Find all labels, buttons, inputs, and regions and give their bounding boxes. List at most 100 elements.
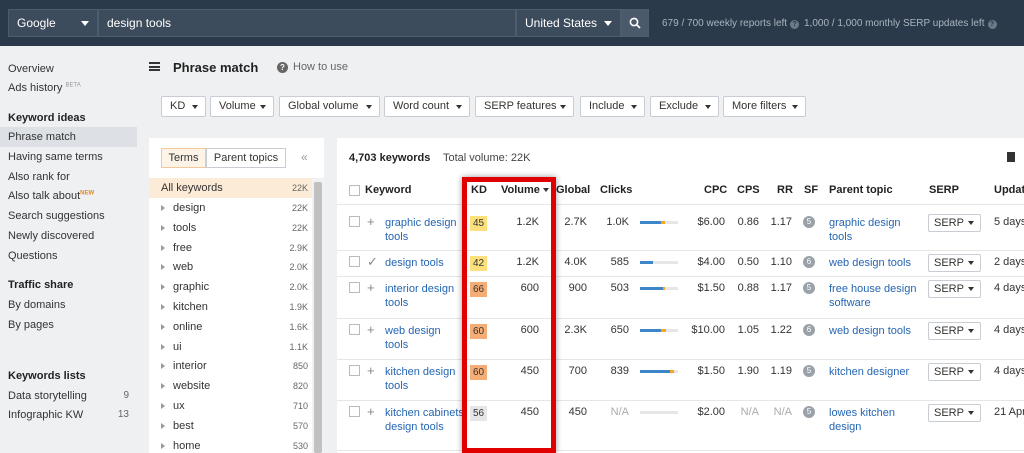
parent-topic-link[interactable]: web design tools bbox=[829, 256, 921, 270]
term-row[interactable]: online 1.6K bbox=[149, 317, 312, 337]
col-serp[interactable]: SERP bbox=[929, 184, 959, 196]
expand-arrow-icon[interactable] bbox=[161, 363, 165, 370]
keyword-link[interactable]: interior design tools bbox=[385, 282, 465, 310]
keyword-link[interactable]: kitchen cabinets design tools bbox=[385, 406, 465, 434]
collapse-icon[interactable]: « bbox=[301, 150, 308, 164]
row-checkbox[interactable] bbox=[349, 324, 360, 335]
col-global[interactable]: Global bbox=[556, 184, 590, 196]
add-to-list-icon[interactable]: + bbox=[367, 323, 375, 336]
term-row[interactable]: free 2.9K bbox=[149, 238, 312, 258]
expand-arrow-icon[interactable] bbox=[161, 264, 165, 271]
added-check-icon[interactable]: ✓ bbox=[367, 255, 378, 268]
menu-icon[interactable] bbox=[149, 62, 160, 71]
how-to-use-link[interactable]: ? How to use bbox=[277, 61, 348, 73]
search-engine-select[interactable]: Google bbox=[8, 9, 98, 37]
row-checkbox[interactable] bbox=[349, 282, 360, 293]
serp-features-badge[interactable]: 5 bbox=[803, 365, 815, 377]
term-row[interactable]: design 22K bbox=[149, 198, 312, 218]
expand-arrow-icon[interactable] bbox=[161, 422, 165, 429]
filter-exclude[interactable]: Exclude bbox=[650, 96, 719, 117]
term-row[interactable]: website 820 bbox=[149, 376, 312, 396]
nav-newly-discovered[interactable]: Newly discovered bbox=[8, 230, 94, 242]
row-checkbox[interactable] bbox=[349, 406, 360, 417]
info-icon[interactable]: ? bbox=[790, 20, 800, 29]
col-rr[interactable]: RR bbox=[777, 184, 793, 196]
country-select[interactable]: United States bbox=[516, 9, 621, 37]
col-keyword[interactable]: Keyword bbox=[365, 184, 411, 196]
expand-arrow-icon[interactable] bbox=[161, 244, 165, 251]
term-row-all-keywords[interactable]: All keywords 22K bbox=[149, 178, 312, 198]
serp-dropdown[interactable]: SERP bbox=[928, 280, 981, 298]
col-parent-topic[interactable]: Parent topic bbox=[829, 184, 893, 196]
filter-global-volume[interactable]: Global volume bbox=[279, 96, 380, 117]
nav-overview[interactable]: Overview bbox=[8, 63, 54, 75]
nav-by-domains[interactable]: By domains bbox=[8, 299, 65, 311]
serp-features-badge[interactable]: 5 bbox=[803, 406, 815, 418]
nav-having-same-terms[interactable]: Having same terms bbox=[8, 151, 103, 163]
keyword-link[interactable]: design tools bbox=[385, 256, 465, 270]
term-row[interactable]: home 530 bbox=[149, 436, 312, 453]
nav-questions[interactable]: Questions bbox=[8, 250, 58, 262]
list-item-data-storytelling[interactable]: Data storytelling 9 bbox=[8, 390, 129, 402]
term-row[interactable]: ui 1.1K bbox=[149, 337, 312, 357]
search-button[interactable] bbox=[621, 9, 649, 37]
parent-topic-link[interactable]: graphic design tools bbox=[829, 216, 921, 244]
filter-volume[interactable]: Volume bbox=[210, 96, 274, 117]
term-row[interactable]: interior 850 bbox=[149, 356, 312, 376]
term-row[interactable]: kitchen 1.9K bbox=[149, 297, 312, 317]
serp-dropdown[interactable]: SERP bbox=[928, 363, 981, 381]
filter-more-filters[interactable]: More filters bbox=[723, 96, 806, 117]
col-clicks[interactable]: Clicks bbox=[600, 184, 632, 196]
keyword-link[interactable]: graphic design tools bbox=[385, 216, 465, 244]
col-cpc[interactable]: CPC bbox=[704, 184, 727, 196]
add-to-list-icon[interactable]: + bbox=[367, 281, 375, 294]
col-update[interactable]: Update bbox=[994, 184, 1024, 196]
row-checkbox[interactable] bbox=[349, 256, 360, 267]
nav-search-suggestions[interactable]: Search suggestions bbox=[8, 210, 105, 222]
filter-serp-features[interactable]: SERP features bbox=[475, 96, 574, 117]
keyword-link[interactable]: kitchen design tools bbox=[385, 365, 465, 393]
info-icon[interactable]: ? bbox=[987, 20, 997, 29]
expand-arrow-icon[interactable] bbox=[161, 442, 165, 449]
parent-topic-link[interactable]: free house design software bbox=[829, 282, 921, 310]
expand-arrow-icon[interactable] bbox=[161, 284, 165, 291]
serp-dropdown[interactable]: SERP bbox=[928, 322, 981, 340]
term-row[interactable]: tools 22K bbox=[149, 218, 312, 238]
serp-dropdown[interactable]: SERP bbox=[928, 254, 981, 272]
serp-features-badge[interactable]: 6 bbox=[803, 324, 815, 336]
term-row[interactable]: best 570 bbox=[149, 416, 312, 436]
nav-also-rank-for[interactable]: Also rank for bbox=[8, 171, 70, 183]
expand-arrow-icon[interactable] bbox=[161, 403, 165, 409]
col-sf[interactable]: SF bbox=[804, 184, 818, 196]
parent-topic-link[interactable]: lowes kitchen design bbox=[829, 406, 921, 434]
row-checkbox[interactable] bbox=[349, 216, 360, 227]
tab-parent-topics[interactable]: Parent topics bbox=[206, 148, 286, 168]
export-icon[interactable] bbox=[1007, 152, 1015, 162]
select-all-checkbox[interactable] bbox=[349, 185, 360, 196]
nav-phrase-match[interactable]: Phrase match bbox=[0, 127, 137, 147]
add-to-list-icon[interactable]: + bbox=[367, 405, 375, 418]
expand-arrow-icon[interactable] bbox=[161, 205, 165, 211]
term-row[interactable]: web 2.0K bbox=[149, 257, 312, 277]
row-checkbox[interactable] bbox=[349, 365, 360, 376]
expand-arrow-icon[interactable] bbox=[161, 383, 165, 390]
expand-arrow-icon[interactable] bbox=[161, 323, 165, 330]
serp-dropdown[interactable]: SERP bbox=[928, 214, 981, 232]
keyword-link[interactable]: web design tools bbox=[385, 324, 465, 352]
col-cps[interactable]: CPS bbox=[737, 184, 760, 196]
nav-ads-history[interactable]: Ads history BETA bbox=[8, 82, 81, 94]
serp-features-badge[interactable]: 5 bbox=[803, 282, 815, 294]
expand-arrow-icon[interactable] bbox=[161, 304, 165, 310]
keyword-search-input[interactable]: design tools bbox=[98, 9, 516, 37]
expand-arrow-icon[interactable] bbox=[161, 343, 165, 350]
terms-scrollbar-thumb[interactable] bbox=[314, 182, 322, 453]
parent-topic-link[interactable]: kitchen designer bbox=[829, 365, 921, 379]
tab-terms[interactable]: Terms bbox=[161, 148, 206, 168]
expand-arrow-icon[interactable] bbox=[161, 224, 165, 231]
filter-include[interactable]: Include bbox=[580, 96, 645, 117]
filter-word-count[interactable]: Word count bbox=[384, 96, 470, 117]
serp-dropdown[interactable]: SERP bbox=[928, 404, 981, 422]
nav-by-pages[interactable]: By pages bbox=[8, 319, 54, 331]
list-item-infographic-kw[interactable]: Infographic KW 13 bbox=[8, 409, 129, 421]
add-to-list-icon[interactable]: + bbox=[367, 364, 375, 377]
